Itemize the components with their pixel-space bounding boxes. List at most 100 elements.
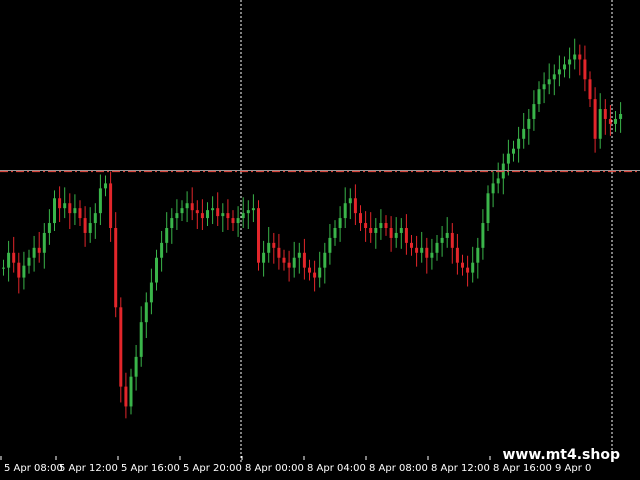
candle-body — [58, 198, 62, 209]
candle-body — [389, 228, 393, 238]
candle-body — [262, 252, 266, 263]
candle-body — [200, 213, 204, 219]
candle-body — [506, 153, 510, 164]
candle-body — [374, 228, 378, 233]
x-tick-label: 9 Apr 0 — [555, 463, 591, 474]
x-tick-label: 5 Apr 16:00 — [121, 463, 180, 474]
candle-body — [573, 54, 577, 60]
candle-body — [165, 228, 169, 243]
candle-body — [83, 218, 87, 233]
candle-body — [246, 210, 250, 214]
candle-body — [109, 183, 113, 228]
candle-body — [17, 262, 21, 278]
candle-body — [302, 252, 306, 268]
candle-body — [104, 183, 107, 189]
candle-body — [93, 213, 97, 224]
candlestick-chart[interactable]: 5 Apr 08:005 Apr 12:00 5 Apr 16:00 5 Apr 2… — [0, 0, 640, 480]
candle-body — [466, 267, 470, 273]
candle-body — [450, 232, 454, 248]
candle-body — [185, 203, 189, 209]
candle-body — [47, 223, 51, 233]
x-tick-label: 5 Apr 20:00 — [183, 463, 242, 474]
candle-body — [22, 265, 26, 278]
candle-body — [364, 223, 368, 228]
candle-body — [512, 148, 515, 154]
candle-body — [404, 228, 408, 243]
candle-body — [114, 228, 118, 308]
candle-body — [440, 237, 444, 243]
candle-body — [532, 104, 536, 119]
candle-body — [420, 247, 424, 253]
candle-body — [333, 228, 337, 238]
candle-body — [308, 267, 311, 273]
x-tick-label: 5 Apr 08:00 — [4, 463, 63, 474]
candle-body — [251, 208, 255, 211]
watermark-text: www.mt4.shop — [502, 447, 620, 463]
candle-body — [481, 223, 485, 248]
candle-body — [394, 232, 398, 238]
candle-body — [297, 252, 301, 258]
candle-body — [287, 262, 291, 268]
candle-body — [221, 213, 225, 217]
candle-body — [175, 213, 179, 219]
candle-body — [517, 138, 521, 149]
candle-body — [542, 84, 546, 90]
candle-body — [369, 228, 373, 233]
candle-body — [53, 198, 56, 224]
candle-body — [231, 218, 235, 224]
candle-body — [272, 242, 276, 248]
candle-body — [216, 208, 220, 217]
candle-body — [144, 302, 148, 323]
candle-body — [476, 247, 480, 263]
candle-body — [226, 213, 230, 219]
candle-body — [435, 242, 439, 253]
candle-body — [32, 247, 36, 258]
candle-body — [471, 262, 475, 273]
candle-body — [537, 89, 541, 105]
candle-body — [578, 54, 582, 60]
candle-body — [267, 242, 271, 253]
x-tick-label: 8 Apr 12:00 — [431, 463, 490, 474]
candle-body — [282, 257, 286, 263]
candle-body — [241, 213, 245, 219]
candle-body — [557, 69, 561, 75]
candle-body — [415, 247, 419, 253]
candle-body — [190, 203, 194, 211]
candle-body — [547, 79, 551, 85]
candle-body — [410, 242, 413, 248]
candle-body — [63, 203, 67, 209]
price-chart-window[interactable]: 5 Apr 08:00 5 Apr 12:00 5 Apr 16:00 5 Apr 2… — [0, 0, 640, 480]
candle-body — [155, 257, 158, 283]
candle-body — [379, 223, 383, 228]
candle-body — [78, 208, 82, 219]
candle-body — [353, 198, 357, 214]
candle-body — [522, 128, 526, 139]
candle-body — [206, 210, 209, 219]
candle-body — [425, 247, 429, 258]
candle-body — [277, 247, 281, 258]
candle-body — [195, 210, 199, 214]
candle-body — [257, 208, 260, 263]
candle-body — [318, 267, 322, 278]
candle-body — [292, 257, 296, 268]
candle-body — [27, 257, 31, 266]
candle-body — [343, 203, 347, 219]
candle-body — [563, 64, 566, 70]
candle-body — [588, 79, 592, 100]
x-tick-label: 5 Apr 12:00 — [59, 463, 118, 474]
candle-body — [593, 99, 597, 139]
candle-body — [323, 252, 327, 268]
x-tick-label: 8 Apr 08:00 — [369, 463, 428, 474]
candle-body — [328, 237, 332, 253]
candle-body — [461, 262, 464, 268]
candle-body — [68, 203, 72, 214]
candle-body — [73, 208, 77, 214]
candle-body — [430, 252, 434, 258]
candle-body — [608, 118, 612, 124]
candle-body — [129, 376, 133, 407]
candle-body — [180, 208, 184, 214]
candle-body — [211, 208, 215, 211]
candle-body — [348, 198, 352, 204]
candle-body — [98, 188, 102, 214]
candle-body — [399, 228, 403, 233]
